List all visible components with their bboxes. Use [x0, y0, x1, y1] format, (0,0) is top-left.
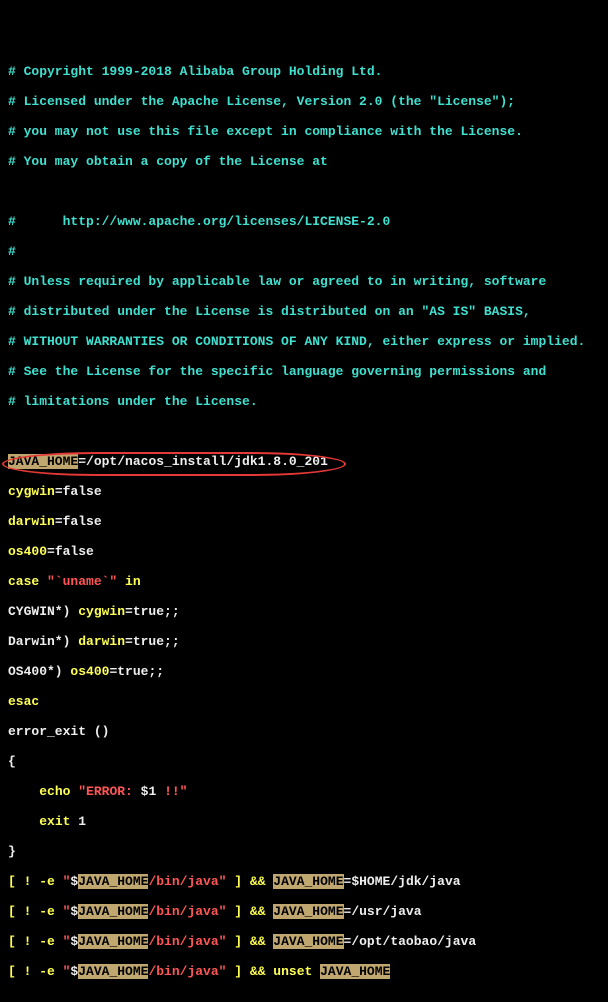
path: =/usr/java — [344, 904, 422, 919]
license-line: # See the License for the specific langu… — [8, 364, 604, 379]
and-op: ] && — [226, 934, 273, 949]
var-name: darwin — [8, 514, 55, 529]
var-value: =true — [125, 604, 164, 619]
path: /bin/java — [148, 904, 218, 919]
pattern: OS400*) — [8, 664, 70, 679]
quote: " — [219, 874, 227, 889]
case-expr: "`uname`" — [47, 574, 117, 589]
blank-line — [8, 424, 604, 439]
java-home-line: JAVA_HOME=/opt/nacos_install/jdk1.8.0_20… — [8, 454, 604, 469]
terminator: ;; — [148, 664, 164, 679]
quote: " — [219, 904, 227, 919]
path: =/opt/taobao/java — [344, 934, 477, 949]
exit-line: exit 1 — [8, 814, 604, 829]
check-line: [ ! -e "$JAVA_HOME/bin/java" ] && JAVA_H… — [8, 904, 604, 919]
test-open: [ ! -e — [8, 934, 63, 949]
var-name: os400 — [8, 544, 47, 559]
license-line: # limitations under the License. — [8, 394, 604, 409]
pattern: CYGWIN*) — [8, 604, 78, 619]
var-java-home: JAVA_HOME — [8, 454, 78, 469]
case-open: case "`uname`" in — [8, 574, 604, 589]
quote: " — [63, 964, 71, 979]
case-branch: Darwin*) darwin=true;; — [8, 634, 604, 649]
path: /bin/java — [148, 874, 218, 889]
var-java-home: JAVA_HOME — [78, 934, 148, 949]
exit-code: 1 — [78, 814, 86, 829]
license-line: # — [8, 244, 604, 259]
kw-in: in — [117, 574, 140, 589]
test-open: [ ! -e — [8, 964, 63, 979]
blank-line — [8, 184, 604, 199]
kw-exit: exit — [39, 814, 78, 829]
quote: " — [63, 904, 71, 919]
quote: " — [63, 934, 71, 949]
and-op: ] && — [226, 904, 273, 919]
license-line: # http://www.apache.org/licenses/LICENSE… — [8, 214, 604, 229]
path: /bin/java — [148, 964, 218, 979]
brace-close: } — [8, 844, 604, 859]
check-line: [ ! -e "$JAVA_HOME/bin/java" ] && JAVA_H… — [8, 874, 604, 889]
test-open: [ ! -e — [8, 874, 63, 889]
var-java-home: JAVA_HOME — [273, 904, 343, 919]
license-line: # distributed under the License is distr… — [8, 304, 604, 319]
case-branch: CYGWIN*) cygwin=true;; — [8, 604, 604, 619]
flag-cygwin: cygwin=false — [8, 484, 604, 499]
path: /bin/java — [148, 934, 218, 949]
var-name: cygwin — [78, 604, 125, 619]
license-line: # Unless required by applicable law or a… — [8, 274, 604, 289]
equals-sign: = — [78, 454, 86, 469]
fn-paren: () — [94, 724, 110, 739]
path: /jdk/java — [390, 874, 460, 889]
test-open: [ ! -e — [8, 904, 63, 919]
var-java-home: JAVA_HOME — [78, 904, 148, 919]
kw-unset: unset — [273, 964, 320, 979]
quote: " — [63, 874, 71, 889]
brace-open: { — [8, 754, 604, 769]
license-line: # Licensed under the Apache License, Ver… — [8, 94, 604, 109]
var-java-home: JAVA_HOME — [320, 964, 390, 979]
check-line: [ ! -e "$JAVA_HOME/bin/java" ] && unset … — [8, 964, 604, 979]
kw-echo: echo — [39, 784, 78, 799]
equals-sign: = — [344, 874, 352, 889]
var-java-home: JAVA_HOME — [273, 874, 343, 889]
string: !!" — [156, 784, 187, 799]
var-value: =false — [55, 514, 102, 529]
var-value: =true — [125, 634, 164, 649]
license-line: # you may not use this file except in co… — [8, 124, 604, 139]
echo-line: echo "ERROR: $1 !!" — [8, 784, 604, 799]
var-home: $HOME — [351, 874, 390, 889]
case-branch: OS400*) os400=true;; — [8, 664, 604, 679]
var-value: =false — [47, 544, 94, 559]
quote: " — [219, 964, 227, 979]
flag-darwin: darwin=false — [8, 514, 604, 529]
and-op: ] && — [226, 964, 273, 979]
var-name: darwin — [78, 634, 125, 649]
var-value: =false — [55, 484, 102, 499]
var-name: os400 — [70, 664, 109, 679]
quote: " — [219, 934, 227, 949]
fn-decl: error_exit () — [8, 724, 604, 739]
java-home-value: /opt/nacos_install/jdk1.8.0_201 — [86, 454, 328, 469]
var-java-home: JAVA_HOME — [78, 964, 148, 979]
terminator: ;; — [164, 604, 180, 619]
pattern: Darwin*) — [8, 634, 78, 649]
check-line: [ ! -e "$JAVA_HOME/bin/java" ] && JAVA_H… — [8, 934, 604, 949]
license-line: # Copyright 1999-2018 Alibaba Group Hold… — [8, 64, 604, 79]
and-op: ] && — [226, 874, 273, 889]
arg: $1 — [141, 784, 157, 799]
kw-esac: esac — [8, 694, 604, 709]
string: "ERROR: — [78, 784, 140, 799]
fn-name: error_exit — [8, 724, 94, 739]
var-name: cygwin — [8, 484, 55, 499]
var-value: =true — [109, 664, 148, 679]
license-line: # WITHOUT WARRANTIES OR CONDITIONS OF AN… — [8, 334, 604, 349]
var-java-home: JAVA_HOME — [273, 934, 343, 949]
terminator: ;; — [164, 634, 180, 649]
var-java-home: JAVA_HOME — [78, 874, 148, 889]
license-line: # You may obtain a copy of the License a… — [8, 154, 604, 169]
flag-os400: os400=false — [8, 544, 604, 559]
kw-case: case — [8, 574, 47, 589]
